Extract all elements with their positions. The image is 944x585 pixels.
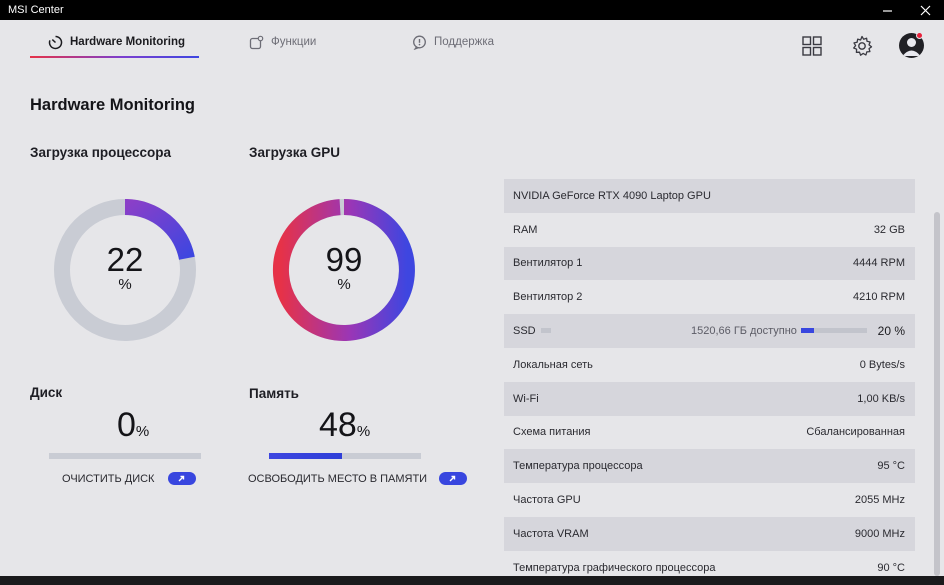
tab-label: Функции (271, 36, 317, 48)
info-label: Температура процессора (513, 460, 643, 473)
arrow-up-icon (449, 475, 456, 482)
tab-label: Hardware Monitoring (70, 36, 186, 48)
info-label: Wi-Fi (513, 392, 539, 405)
disk-unit: % (135, 423, 150, 440)
apps-grid-button[interactable] (801, 35, 823, 57)
info-value: 32 GB (873, 223, 905, 236)
info-row-fan-1: Вентилятор 1 4444 RPM (504, 246, 915, 281)
info-value: 1,00 KB/s (857, 392, 905, 405)
info-value: 0 Bytes/s (859, 358, 905, 371)
info-row-vram-clock: Частота VRAM 9000 MHz (504, 516, 915, 551)
info-value: 95 °C (877, 460, 905, 473)
info-label: RAM (513, 223, 538, 236)
info-row-gpu-model: NVIDIA GeForce RTX 4090 Laptop GPU (504, 179, 915, 213)
cpu-load-unit: % (118, 276, 132, 293)
msi-center-window: MSI Center Hardware Monitoring Функции П… (0, 0, 944, 576)
cpu-load-title: Загрузка процессора (30, 145, 172, 160)
system-info-list: NVIDIA GeForce RTX 4090 Laptop GPU RAM 3… (504, 179, 915, 585)
cpu-load-gauge: 22 % (51, 196, 199, 344)
disk-usage-bar (49, 453, 201, 459)
info-row-fan-2: Вентилятор 2 4210 RPM (504, 280, 915, 314)
info-value: Сбалансированная (806, 426, 905, 439)
minimize-icon (882, 9, 892, 12)
title-bar: MSI Center (0, 0, 944, 20)
ssd-usage-bar (801, 328, 867, 334)
window-controls (868, 0, 944, 20)
window-title: MSI Center (8, 4, 64, 16)
arrow-up-icon (178, 475, 185, 482)
tab-hardware-monitoring[interactable]: Hardware Monitoring (48, 32, 185, 52)
close-icon (920, 5, 930, 15)
free-memory-button[interactable]: ОСВОБОДИТЬ МЕСТО В ПАМЯТИ (248, 472, 468, 485)
info-label: NVIDIA GeForce RTX 4090 Laptop GPU (513, 189, 711, 202)
info-row-power-plan: Схема питания Сбалансированная (504, 416, 915, 450)
gpu-load-gauge: 99 % (270, 196, 418, 344)
memory-value: 48 (319, 406, 357, 444)
memory-unit: % (356, 423, 371, 440)
info-row-cpu-temp: Температура процессора 95 °C (504, 449, 915, 484)
info-label: Температура графического процессора (513, 561, 716, 574)
close-button[interactable] (906, 0, 944, 20)
info-value: 9000 MHz (854, 527, 905, 540)
gpu-load-title: Загрузка GPU (249, 145, 340, 160)
info-row-lan: Локальная сеть 0 Bytes/s (504, 348, 915, 382)
info-value: 4444 RPM (853, 257, 905, 270)
info-label: Вентилятор 2 (513, 291, 583, 304)
free-memory-label: ОСВОБОДИТЬ МЕСТО В ПАМЯТИ (248, 472, 428, 485)
gpu-load-unit: % (337, 276, 351, 293)
memory-usage-bar (269, 453, 421, 459)
grid-icon (802, 36, 822, 56)
info-label: Схема питания (513, 426, 591, 439)
clear-disk-go (168, 472, 197, 485)
ssd-usage-fill (801, 328, 815, 334)
tab-support[interactable]: Поддержка (412, 32, 494, 52)
memory-usage-value: 48% (319, 406, 370, 445)
info-value: 4210 RPM (853, 291, 905, 304)
gear-icon (853, 35, 873, 56)
info-label: Частота GPU (513, 494, 581, 507)
ssd-percent: 20 % (877, 324, 905, 339)
info-row-wifi: Wi-Fi 1,00 KB/s (504, 381, 915, 416)
disk-value: 0 (117, 406, 136, 444)
info-scrollbar[interactable] (934, 212, 940, 576)
clear-disk-label: ОЧИСТИТЬ ДИСК (62, 472, 155, 485)
page-title: Hardware Monitoring (30, 96, 196, 114)
info-value: 90 °C (877, 561, 905, 574)
info-label: Вентилятор 1 (513, 257, 583, 270)
support-icon (413, 35, 426, 50)
info-row-ssd: SSD 1520,66 ГБ доступно 20 % (504, 314, 915, 348)
ssd-mini-bar (541, 328, 551, 334)
info-label: Частота VRAM (513, 527, 589, 540)
info-value: 2055 MHz (854, 494, 905, 507)
gpu-load-value: 99 (325, 241, 363, 278)
info-label: Локальная сеть (513, 358, 593, 371)
info-row-gpu-temp: Температура графического процессора 90 °… (504, 551, 915, 585)
tab-functions[interactable]: Функции (249, 32, 316, 52)
active-tab-indicator (30, 56, 199, 58)
info-label: SSD (513, 325, 536, 338)
clear-disk-button[interactable]: ОЧИСТИТЬ ДИСК (62, 472, 197, 485)
info-row-ram: RAM 32 GB (504, 213, 915, 247)
free-memory-go (439, 472, 468, 485)
ssd-available: 1520,66 ГБ доступно (691, 325, 797, 338)
cpu-load-value: 22 (106, 241, 144, 278)
settings-button[interactable] (851, 35, 873, 57)
memory-title: Память (249, 386, 299, 401)
info-row-gpu-clock: Частота GPU 2055 MHz (504, 483, 915, 517)
tab-label: Поддержка (434, 36, 494, 48)
notification-dot (916, 32, 923, 39)
disk-usage-value: 0% (117, 406, 149, 445)
gauge-icon (48, 35, 63, 49)
disk-title: Диск (30, 385, 63, 400)
memory-usage-fill (269, 453, 342, 459)
minimize-button[interactable] (868, 0, 906, 20)
features-icon (249, 35, 264, 49)
top-navigation: Hardware Monitoring Функции Поддержка (0, 20, 944, 70)
